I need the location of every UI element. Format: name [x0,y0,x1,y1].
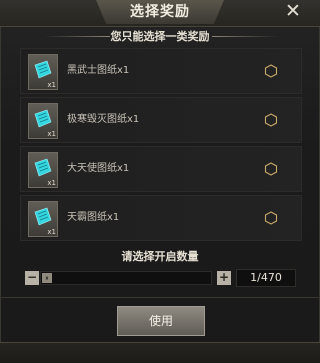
radio-hexagon-icon[interactable] [264,64,278,78]
quantity-minus-button[interactable]: − [25,271,39,285]
subtitle-divider-right [212,36,278,37]
reward-thumbnail: x1 [28,54,58,90]
reward-option-list: x1 黑武士图纸x1 x1 极寒毁灭图纸x1 x1 大天使图纸x1 x1 天霸图… [20,46,302,246]
reward-count: x1 [47,81,56,89]
dialog-subtitle: 您只能选择一类奖励 [110,30,210,43]
bottom-frame-bar [0,342,320,363]
use-button[interactable]: 使用 [117,306,205,336]
reward-count: x1 [47,228,56,236]
reward-option[interactable]: x1 大天使图纸x1 [20,146,302,192]
reward-count: x1 [47,130,56,138]
title-bar: 选择奖励 ✕ [0,0,320,27]
dialog-title: 选择奖励 [130,4,190,20]
subtitle-row: 您只能选择一类奖励 [0,27,320,47]
slider-handle[interactable]: ⏸ [42,273,52,283]
reward-thumbnail: x1 [28,103,58,139]
blueprint-scroll-icon [34,109,52,128]
radio-hexagon-icon[interactable] [264,211,278,225]
quantity-value: 1/470 [236,269,296,287]
reward-label: 极寒毁灭图纸x1 [67,114,140,125]
close-icon[interactable]: ✕ [282,1,304,23]
reward-option[interactable]: x1 极寒毁灭图纸x1 [20,97,302,143]
reward-option[interactable]: x1 天霸图纸x1 [20,195,302,241]
footer-divider [0,297,320,298]
radio-hexagon-icon[interactable] [264,113,278,127]
reward-option[interactable]: x1 黑武士图纸x1 [20,48,302,94]
quantity-plus-button[interactable]: + [217,271,231,285]
reward-count: x1 [47,179,56,187]
quantity-label: 请选择开启数量 [121,250,199,263]
radio-hexagon-icon[interactable] [264,162,278,176]
reward-thumbnail: x1 [28,152,58,188]
reward-label: 黑武士图纸x1 [67,65,130,76]
reward-thumbnail: x1 [28,201,58,237]
quantity-slider[interactable]: ⏸ [40,271,212,285]
blueprint-scroll-icon [34,158,52,177]
reward-label: 天霸图纸x1 [67,212,120,223]
blueprint-scroll-icon [34,60,52,79]
reward-label: 大天使图纸x1 [67,163,130,174]
blueprint-scroll-icon [34,207,52,226]
